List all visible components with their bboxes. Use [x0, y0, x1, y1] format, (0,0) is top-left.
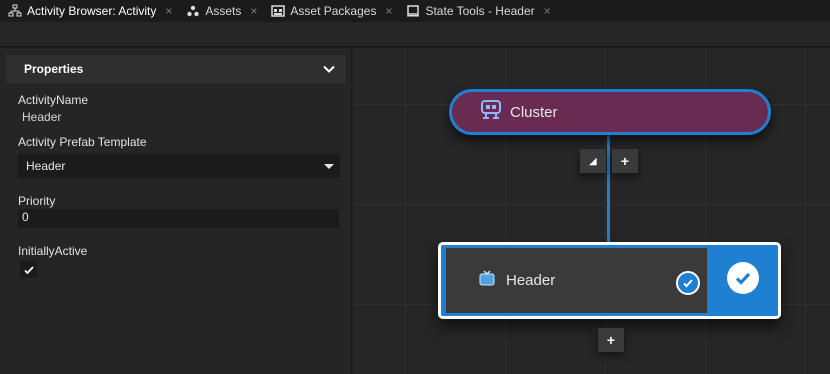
node-connector: [607, 134, 610, 244]
app-window: Activity Browser: Activity × Assets × As…: [0, 0, 830, 374]
priority-label: Priority: [18, 194, 56, 208]
cluster-node[interactable]: Cluster: [449, 89, 771, 135]
add-child-button-bottom[interactable]: +: [598, 328, 624, 352]
initially-active-checkbox[interactable]: [20, 261, 37, 278]
initially-active-label: InitiallyActive: [18, 244, 88, 258]
close-icon[interactable]: ×: [544, 4, 551, 18]
header-node[interactable]: Header: [438, 242, 781, 319]
tab-label: Assets: [205, 4, 242, 18]
tab-label: State Tools - Header: [425, 4, 535, 18]
activity-name-label: ActivityName: [18, 93, 89, 107]
activity-name-value: Header: [22, 110, 62, 124]
close-icon[interactable]: ×: [385, 4, 392, 18]
screen-icon: [478, 269, 496, 292]
assets-icon: [186, 4, 200, 18]
tab-state-tools[interactable]: State Tools - Header ×: [398, 0, 556, 22]
add-child-button[interactable]: +: [612, 149, 638, 173]
tab-label: Asset Packages: [290, 4, 377, 18]
chevron-down-icon[interactable]: [322, 62, 336, 76]
monitor-icon: [406, 4, 420, 18]
prefab-template-dropdown[interactable]: Header: [18, 154, 340, 178]
prefab-template-value: Header: [26, 159, 66, 173]
hierarchy-icon: [8, 4, 22, 18]
properties-header[interactable]: Properties: [6, 55, 346, 83]
dropdown-arrow-icon: [324, 163, 334, 169]
header-node-body[interactable]: Header: [446, 248, 707, 313]
header-node-label: Header: [506, 272, 556, 289]
properties-title: Properties: [24, 62, 84, 76]
activate-check-icon[interactable]: [727, 262, 759, 294]
tab-asset-packages[interactable]: Asset Packages ×: [263, 0, 398, 22]
checkmark-icon: [23, 265, 34, 274]
properties-panel: Properties ActivityName Header Activity …: [0, 48, 352, 374]
activity-active-indicator-icon: [676, 271, 700, 295]
tab-label: Activity Browser: Activity: [27, 4, 157, 18]
collapse-button[interactable]: ◢: [580, 149, 606, 173]
close-icon[interactable]: ×: [250, 4, 257, 18]
cluster-node-label: Cluster: [510, 103, 558, 121]
priority-input[interactable]: 0: [18, 209, 339, 228]
tab-bar: Activity Browser: Activity × Assets × As…: [0, 0, 830, 22]
prefab-template-label: Activity Prefab Template: [18, 135, 147, 149]
tab-activity-browser[interactable]: Activity Browser: Activity ×: [0, 0, 178, 22]
asset-packages-icon: [271, 4, 286, 18]
tab-assets[interactable]: Assets ×: [178, 0, 263, 22]
cluster-icon: [480, 100, 502, 124]
close-icon[interactable]: ×: [165, 4, 172, 18]
toolbar-strip: [0, 22, 830, 48]
